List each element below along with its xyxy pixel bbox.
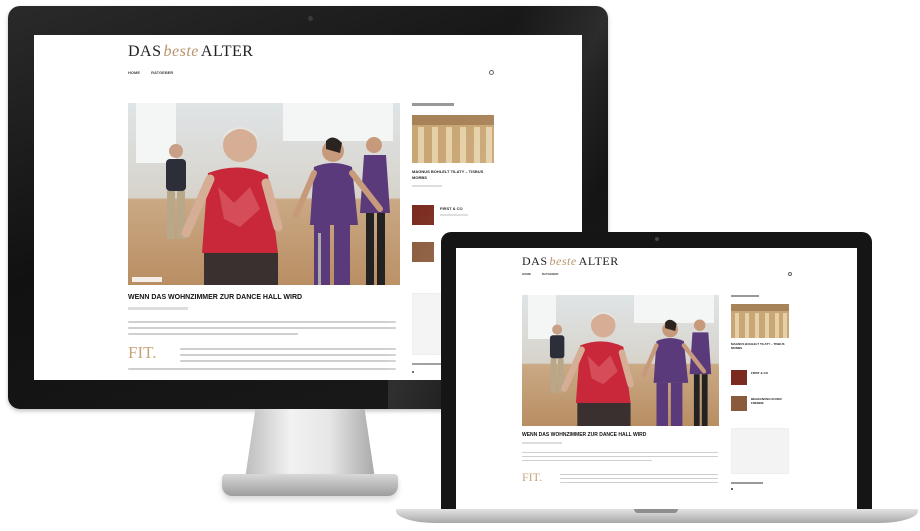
text-line [128, 321, 396, 323]
article-headline[interactable]: WENN DAS WOHNZIMMER ZUR DANCE HALL WIRD [522, 432, 646, 438]
article-meta [128, 307, 188, 310]
nav-item-home[interactable]: HOME [128, 70, 140, 75]
sidebar-heading [731, 295, 759, 297]
dancer-figure [166, 127, 390, 285]
text-line [128, 327, 396, 329]
sidebar-heading [731, 482, 763, 484]
text-line [560, 474, 718, 475]
sidebar-post-title[interactable]: MAGNUS BOHLELT TILATY – TISBUS MORBS [412, 169, 494, 181]
search-icon[interactable] [788, 272, 792, 276]
sidebar-post-meta [440, 214, 468, 216]
camera-icon [308, 16, 313, 21]
article-hero-image [128, 103, 400, 285]
sidebar-post-title[interactable]: BEGEGNUNG IN DER FREMDE [751, 397, 787, 405]
sidebar-ad-box [731, 428, 789, 474]
laptop-notch [634, 509, 678, 513]
sidebar-post-title[interactable]: FIRST & CO [751, 371, 768, 375]
nav-item-ratgeber[interactable]: RATGEBER [151, 70, 173, 75]
camera-icon [655, 237, 659, 241]
monitor-stand-base [222, 474, 398, 496]
laptop-screen: DAS beste ALTER HOME RATGEBER WENN DAS W… [456, 248, 857, 511]
bullet [412, 371, 414, 373]
text-line [180, 348, 396, 350]
building-illustration [412, 115, 494, 163]
sidebar-thumb-red[interactable] [731, 370, 747, 385]
building-illustration [731, 304, 789, 338]
site-logo[interactable]: DAS beste ALTER [522, 254, 619, 269]
laptop: DAS beste ALTER HOME RATGEBER WENN DAS W… [441, 232, 872, 511]
sidebar-thumb-brown[interactable] [412, 242, 434, 262]
sidebar-heading [412, 103, 454, 106]
sidebar-thumb-brown[interactable] [731, 396, 747, 411]
article-headline[interactable]: WENN DAS WOHNZIMMER ZUR DANCE HALL WIRD [128, 294, 302, 301]
bullet [731, 488, 733, 490]
website-laptop: DAS beste ALTER HOME RATGEBER WENN DAS W… [456, 248, 857, 511]
image-caption [132, 277, 162, 282]
article-dropcap: FIT. [522, 470, 543, 484]
search-icon[interactable] [489, 70, 494, 75]
text-line [128, 368, 396, 370]
sidebar-thumb-red[interactable] [412, 205, 434, 225]
monitor-stand-neck [245, 409, 375, 479]
nav-item-ratgeber[interactable]: RATGEBER [542, 272, 559, 276]
text-line [560, 482, 718, 483]
sidebar-thumb-building[interactable] [412, 115, 494, 163]
sidebar-thumb-building[interactable] [731, 304, 789, 338]
text-line [522, 452, 718, 453]
article-dropcap: FIT. [128, 343, 157, 362]
main-nav: HOME RATGEBER [128, 70, 183, 75]
text-line [128, 333, 298, 335]
sidebar-post-title[interactable]: MAGNUS BOHLELT TILATY – TISBUS MORBS [731, 342, 789, 350]
article-meta [522, 442, 562, 444]
article-hero-image [522, 295, 719, 426]
text-line [180, 354, 396, 356]
main-nav: HOME RATGEBER [522, 272, 568, 276]
text-line [560, 478, 718, 479]
text-line [522, 460, 652, 461]
sidebar-post-title[interactable]: FIRST & CO [440, 206, 463, 211]
sidebar-post-meta [412, 185, 442, 187]
nav-item-home[interactable]: HOME [522, 272, 531, 276]
text-line [522, 456, 718, 457]
text-line [180, 360, 396, 362]
dancer-figure [549, 312, 712, 426]
site-logo[interactable]: DAS beste ALTER [128, 43, 253, 61]
